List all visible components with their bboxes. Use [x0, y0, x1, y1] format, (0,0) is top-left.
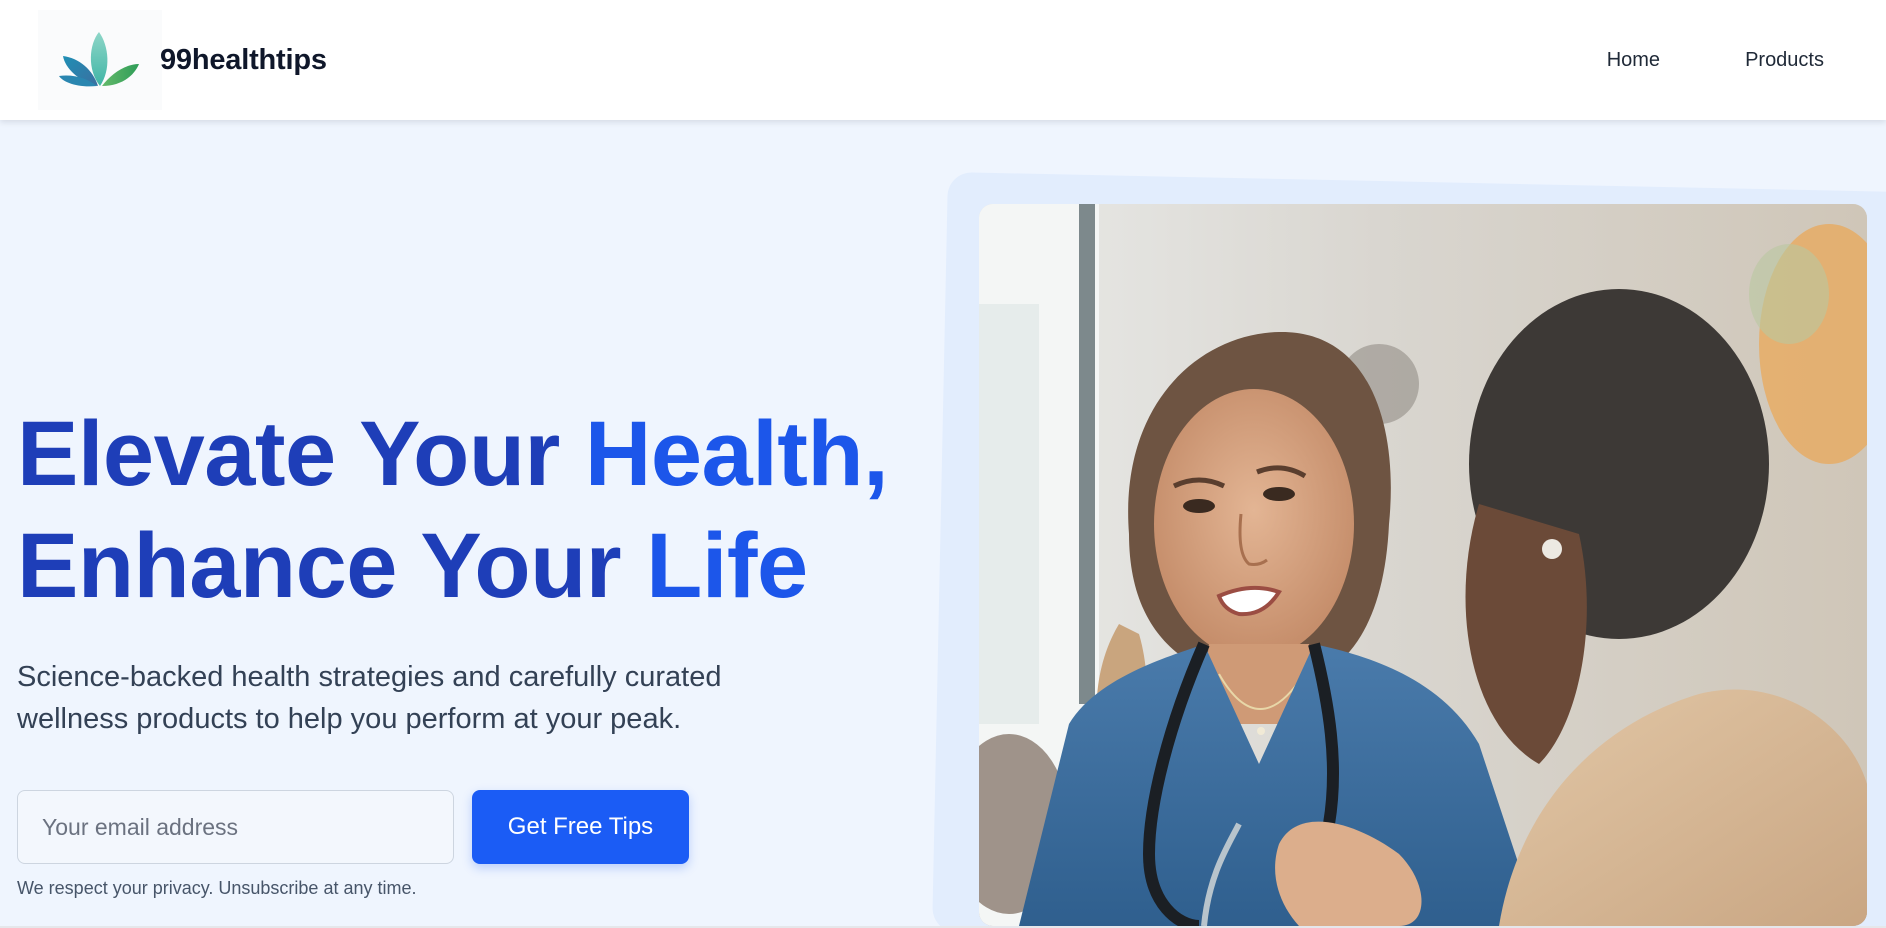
privacy-note: We respect your privacy. Unsubscribe at … [17, 878, 417, 898]
hero-title-accent-life: Life [646, 515, 808, 617]
hero-title-line1-text: Elevate Your [17, 403, 585, 505]
nurse-talking-with-patient-photo [979, 204, 1867, 926]
get-free-tips-button[interactable]: Get Free Tips [472, 790, 689, 864]
hero-title-line2-text: Enhance Your [17, 515, 647, 617]
nav-products-link[interactable]: Products [1745, 49, 1824, 72]
nav-home-link[interactable]: Home [1607, 49, 1660, 72]
hero-title-line2: Enhance Your Life [17, 515, 808, 617]
email-input[interactable] [17, 790, 454, 864]
main-nav: Home Products [1522, 0, 1824, 120]
hero-title: Elevate Your Health, Enhance Your Life [17, 398, 889, 622]
brand-link[interactable]: 99healthtips [38, 10, 327, 110]
hero-title-line1: Elevate Your Health, [17, 403, 889, 505]
newsletter-form: Get Free Tips [17, 790, 689, 864]
site-header: 99healthtips Home Products [0, 0, 1886, 120]
brand-name: 99healthtips [160, 43, 327, 76]
lotus-leaf-icon [38, 10, 162, 110]
hero-title-accent-health: Health, [584, 403, 889, 505]
hero-subtitle: Science-backed health strategies and car… [17, 661, 722, 735]
hero-photo [979, 204, 1867, 926]
